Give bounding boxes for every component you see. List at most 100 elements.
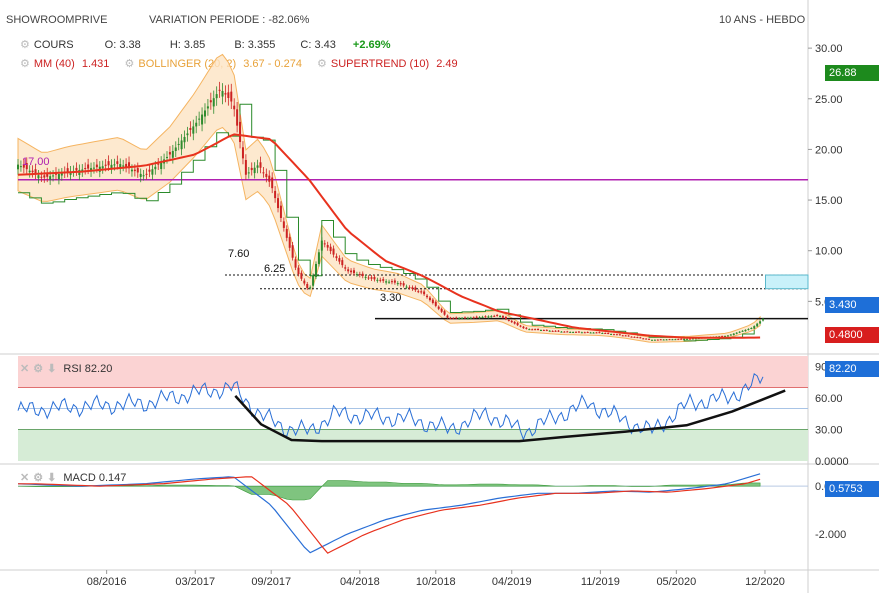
- candle-body: [580, 332, 583, 334]
- candle-body: [735, 332, 738, 334]
- macd-histogram: [17, 480, 761, 501]
- candle-body: [227, 92, 230, 98]
- candle-body: [367, 277, 370, 279]
- candle-body: [466, 317, 469, 319]
- candle-body: [130, 169, 133, 172]
- candle-body: [341, 260, 344, 266]
- arrow-down-icon[interactable]: ⬇: [47, 363, 56, 375]
- candle-body: [174, 147, 177, 151]
- candle-body: [166, 156, 169, 158]
- gear-icon[interactable]: ⚙: [33, 363, 43, 375]
- candle-body: [618, 334, 621, 336]
- candle-body: [548, 330, 551, 332]
- candle-body: [177, 143, 180, 145]
- candle-body: [201, 114, 204, 125]
- candle-body: [493, 315, 496, 317]
- candle-body: [101, 166, 104, 169]
- price-tick-label: 20.00: [815, 144, 843, 156]
- candle-body: [426, 295, 429, 298]
- candle-body: [636, 337, 639, 339]
- candle-body: [569, 331, 572, 333]
- candle-body: [236, 109, 239, 126]
- price-top-badge: 26.88: [825, 65, 879, 81]
- candle-body: [531, 329, 534, 331]
- candle-body: [203, 110, 206, 117]
- candle-body: [323, 243, 326, 245]
- candle-body: [309, 287, 312, 289]
- price-current-badge: 3.430: [825, 297, 879, 313]
- candle-body: [481, 316, 484, 318]
- candle-body: [607, 333, 610, 335]
- candle-body: [247, 172, 250, 174]
- candle-body: [750, 328, 753, 330]
- candle-body: [145, 173, 148, 175]
- candle-body: [729, 334, 732, 336]
- candle-body: [84, 168, 87, 170]
- candle-body: [306, 284, 309, 289]
- candle-body: [157, 163, 160, 165]
- candle-body: [116, 161, 119, 164]
- candle-body: [256, 165, 259, 168]
- candle-body: [352, 270, 355, 274]
- price-tick-label: 30.00: [815, 43, 843, 55]
- candle-body: [417, 291, 420, 293]
- candle-body: [490, 316, 493, 318]
- candle-body: [741, 330, 744, 332]
- candle-body: [516, 322, 519, 326]
- candle-body: [551, 330, 554, 332]
- x-tick-label: 11/2019: [581, 576, 620, 588]
- candle-body: [522, 326, 525, 329]
- candle-body: [525, 327, 528, 329]
- rsi-tick-label: 60.00: [815, 393, 843, 405]
- macd-pane-title: ✕ ⚙ ⬇ MACD 0.147: [20, 471, 126, 484]
- x-tick-label: 12/2020: [745, 576, 785, 588]
- candle-body: [206, 106, 209, 109]
- candle-body: [566, 331, 569, 333]
- candle-body: [575, 331, 578, 333]
- candle-body: [212, 98, 215, 107]
- candle-body: [732, 333, 735, 335]
- candle-body: [513, 321, 516, 324]
- candle-body: [443, 311, 446, 315]
- candle-body: [285, 228, 288, 238]
- arrow-down-icon[interactable]: ⬇: [47, 472, 56, 484]
- candle-body: [279, 205, 282, 218]
- candle-body: [288, 236, 291, 248]
- candle-body: [239, 121, 242, 143]
- candle-body: [241, 147, 244, 159]
- candle-body: [183, 136, 186, 143]
- close-icon[interactable]: ✕: [20, 472, 29, 484]
- candle-body: [148, 169, 151, 172]
- candle-body: [253, 167, 256, 174]
- candle-body: [560, 331, 563, 333]
- candle-body: [315, 263, 318, 277]
- candle-body: [642, 338, 645, 340]
- macd-signal-line: [18, 476, 761, 554]
- close-icon[interactable]: ✕: [20, 363, 29, 375]
- candle-body: [630, 336, 633, 338]
- candle-body: [265, 173, 268, 178]
- macd-badge: 0.5753: [825, 481, 879, 497]
- candle-body: [601, 332, 604, 334]
- candle-body: [487, 316, 490, 318]
- candle-body: [31, 170, 34, 173]
- candle-body: [136, 168, 139, 173]
- candle-body: [28, 170, 31, 173]
- candle-body: [262, 172, 265, 174]
- candle-body: [107, 161, 110, 166]
- candle-body: [195, 122, 198, 127]
- candle-body: [624, 335, 627, 337]
- candle-body: [671, 339, 674, 341]
- candle-body: [680, 338, 683, 340]
- candle-body: [268, 175, 271, 182]
- candle-body: [458, 318, 461, 320]
- candle-body: [434, 301, 437, 306]
- gear-icon[interactable]: ⚙: [33, 472, 43, 484]
- candle-body: [428, 297, 431, 301]
- candle-body: [475, 316, 478, 318]
- candle-body: [586, 332, 589, 334]
- price-tick-label: 10.00: [815, 246, 843, 258]
- chart-stage: SHOWROOMPRIVE VARIATION PERIODE : -82.06…: [0, 0, 879, 593]
- candle-body: [411, 287, 414, 289]
- candle-body: [455, 317, 458, 319]
